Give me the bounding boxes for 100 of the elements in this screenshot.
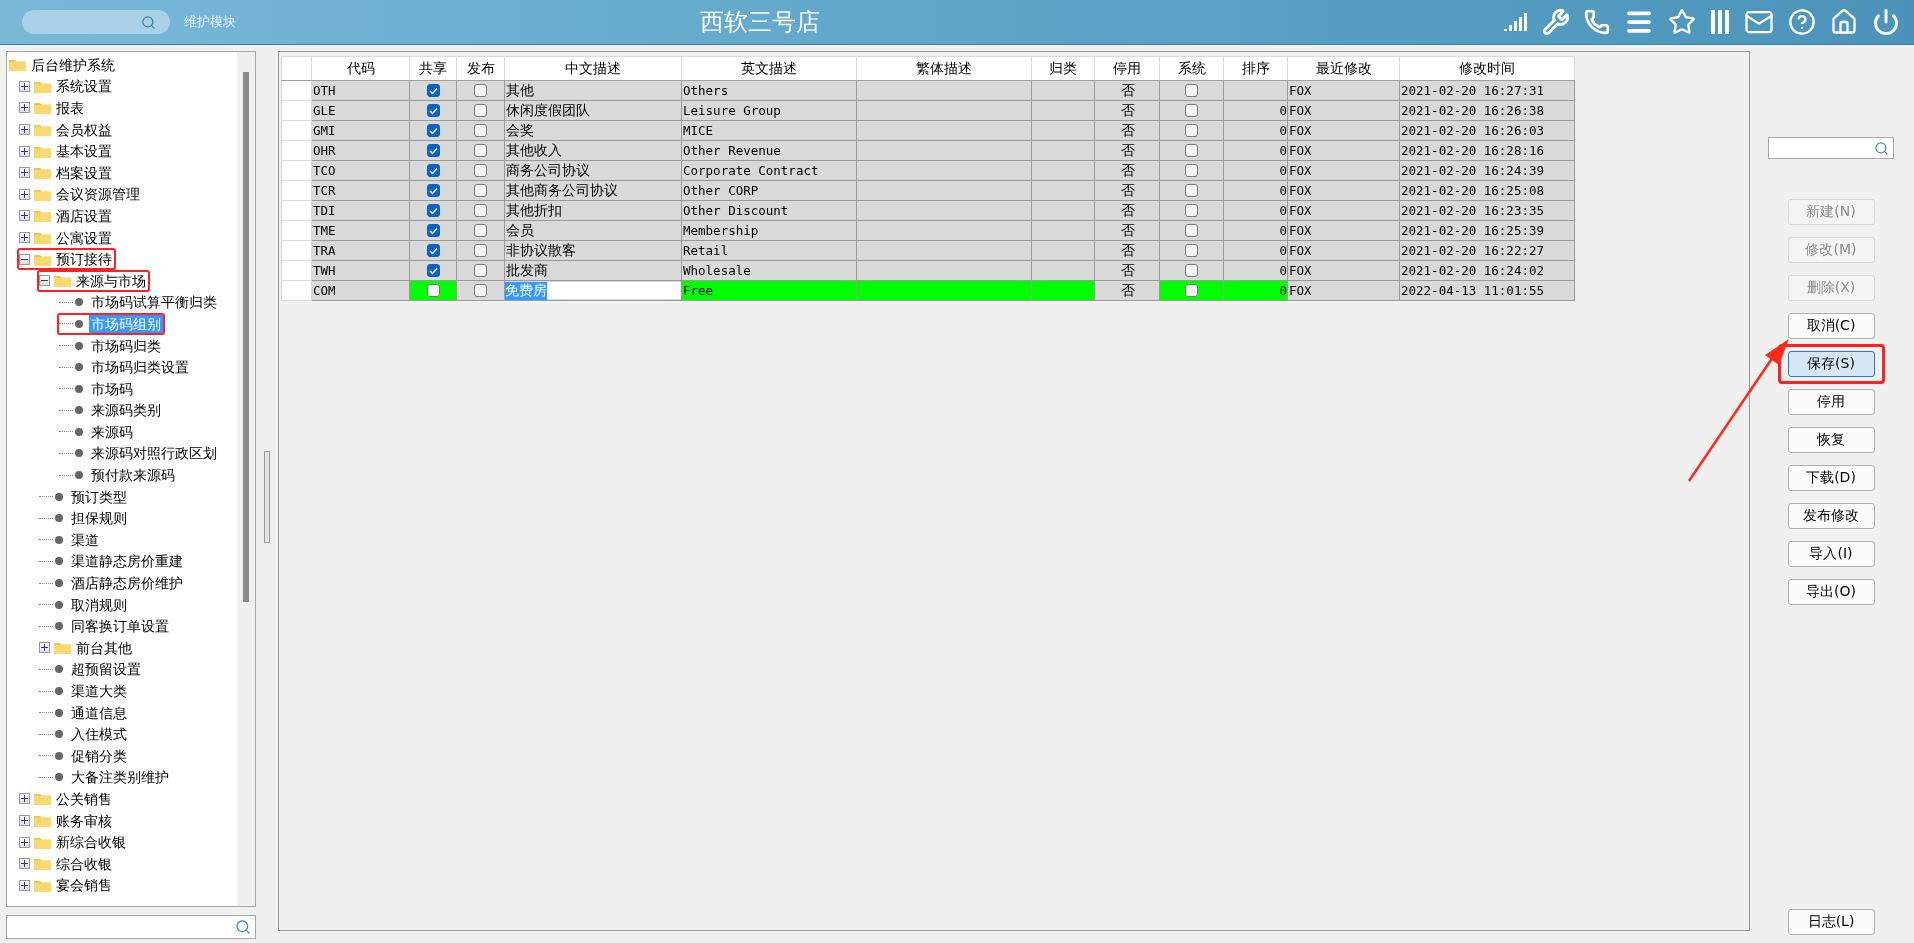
collapse-icon[interactable] xyxy=(19,253,30,265)
action-button[interactable]: 取消(C) xyxy=(1787,313,1875,339)
checkbox[interactable] xyxy=(1185,284,1198,297)
action-button[interactable]: 导入(I) xyxy=(1787,541,1875,567)
checkbox[interactable] xyxy=(1185,164,1198,177)
checkbox[interactable] xyxy=(426,244,440,257)
checkbox[interactable] xyxy=(426,264,440,277)
expand-icon[interactable] xyxy=(19,80,30,92)
tree-item[interactable]: 担保规则 xyxy=(37,507,131,530)
checkbox[interactable] xyxy=(1185,224,1198,237)
tree-item[interactable]: 市场码归类设置 xyxy=(57,356,193,378)
collapse-icon[interactable] xyxy=(39,275,50,287)
tree-item[interactable]: 会议资源管理 xyxy=(17,183,144,206)
tree-item[interactable]: 预订类型 xyxy=(37,485,131,508)
column-header[interactable]: 最近修改 xyxy=(1287,56,1400,81)
checkbox[interactable] xyxy=(426,144,440,157)
checkbox[interactable] xyxy=(474,184,487,197)
checkbox[interactable] xyxy=(474,124,487,137)
column-header[interactable]: 英文描述 xyxy=(681,56,857,81)
checkbox[interactable] xyxy=(1185,104,1198,117)
tree-item[interactable]: 公关销售 xyxy=(17,788,116,810)
action-button[interactable]: 发布修改 xyxy=(1787,503,1875,529)
tree-item[interactable]: 预订接待 xyxy=(17,248,116,270)
checkbox[interactable] xyxy=(474,284,487,297)
checkbox[interactable] xyxy=(1185,264,1198,277)
checkbox[interactable] xyxy=(474,164,487,177)
tree-item[interactable]: 新综合收银 xyxy=(17,831,130,853)
phone-icon[interactable] xyxy=(1584,9,1610,35)
checkbox[interactable] xyxy=(426,204,440,217)
tree-item[interactable]: 通道信息 xyxy=(37,701,131,724)
vertical-bars-icon[interactable] xyxy=(1710,9,1730,35)
expand-icon[interactable] xyxy=(19,145,30,157)
scrollbar[interactable] xyxy=(237,52,255,906)
tree-item[interactable]: 前台其他 xyxy=(37,637,136,659)
checkbox[interactable] xyxy=(426,124,440,137)
tree-item[interactable]: 市场码归类 xyxy=(57,334,165,357)
column-header[interactable]: 繁体描述 xyxy=(856,56,1032,81)
search-icon[interactable] xyxy=(235,919,251,935)
tree-item[interactable]: 促销分类 xyxy=(37,745,131,767)
checkbox[interactable] xyxy=(1185,124,1198,137)
tree-item[interactable]: 来源码对照行政区划 xyxy=(57,442,221,465)
tree-item[interactable]: 酒店设置 xyxy=(17,205,116,227)
checkbox[interactable] xyxy=(474,204,487,217)
tree-item[interactable]: 渠道 xyxy=(37,529,103,551)
checkbox[interactable] xyxy=(426,84,440,97)
help-icon[interactable] xyxy=(1788,8,1816,36)
search-field[interactable] xyxy=(6,915,256,939)
tree-item[interactable]: 预付款来源码 xyxy=(57,464,179,486)
tree-item[interactable]: 大备注类别维护 xyxy=(37,766,173,789)
column-header[interactable]: 系统 xyxy=(1159,56,1224,81)
checkbox[interactable] xyxy=(474,224,487,237)
checkbox[interactable] xyxy=(426,284,440,297)
tree-item[interactable]: 系统设置 xyxy=(17,75,116,98)
tree-item[interactable]: 市场码 xyxy=(57,377,137,400)
power-icon[interactable] xyxy=(1872,8,1900,36)
search-icon[interactable] xyxy=(1874,140,1889,156)
checkbox[interactable] xyxy=(1185,244,1198,257)
star-icon[interactable] xyxy=(1668,8,1696,36)
expand-icon[interactable] xyxy=(39,642,50,654)
tree-item[interactable]: 超预留设置 xyxy=(37,658,145,681)
tree-item[interactable]: 会员权益 xyxy=(17,118,116,141)
tree-item[interactable]: 同客换订单设置 xyxy=(37,615,173,638)
tree-item[interactable]: 报表 xyxy=(17,97,88,119)
expand-icon[interactable] xyxy=(19,232,30,244)
column-header[interactable]: 共享 xyxy=(409,56,457,81)
tree-item[interactable]: 来源码类别 xyxy=(57,399,165,422)
expand-icon[interactable] xyxy=(19,188,30,200)
expand-icon[interactable] xyxy=(19,836,30,848)
tree-item[interactable]: 来源码 xyxy=(57,421,137,443)
checkbox[interactable] xyxy=(1185,204,1198,217)
checkbox[interactable] xyxy=(474,264,487,277)
tree-item[interactable]: 取消规则 xyxy=(37,593,131,616)
tree-item[interactable]: 账务审核 xyxy=(17,809,116,832)
expand-icon[interactable] xyxy=(19,793,30,805)
column-header[interactable]: 修改时间 xyxy=(1399,56,1575,81)
tree-item[interactable]: 酒店静态房价维护 xyxy=(37,572,187,594)
checkbox[interactable] xyxy=(1185,84,1198,97)
tree-item[interactable]: 综合收银 xyxy=(17,852,116,875)
checkbox[interactable] xyxy=(474,244,487,257)
action-button[interactable]: 停用 xyxy=(1787,389,1875,415)
search-field[interactable] xyxy=(22,10,170,34)
tree-item[interactable]: 入住模式 xyxy=(37,723,131,745)
search-field[interactable] xyxy=(1768,137,1894,159)
expand-icon[interactable] xyxy=(19,858,30,870)
tree-item[interactable]: 基本设置 xyxy=(17,140,116,162)
tree-item[interactable]: 来源与市场 xyxy=(37,269,150,292)
action-button[interactable]: 恢复 xyxy=(1787,427,1875,453)
column-header[interactable]: 代码 xyxy=(311,56,410,81)
checkbox[interactable] xyxy=(474,144,487,157)
column-header[interactable]: 中文描述 xyxy=(504,56,682,81)
checkbox[interactable] xyxy=(426,164,440,177)
checkbox[interactable] xyxy=(426,224,440,237)
search-icon[interactable] xyxy=(141,14,156,30)
tree-item[interactable]: 渠道大类 xyxy=(37,680,131,702)
tree-item[interactable]: 市场码试算平衡归类 xyxy=(57,291,221,314)
tree-item[interactable]: 宴会销售 xyxy=(17,874,116,897)
tree-item[interactable]: 档案设置 xyxy=(17,161,116,184)
expand-icon[interactable] xyxy=(19,815,30,827)
column-header[interactable]: 排序 xyxy=(1223,56,1288,81)
checkbox[interactable] xyxy=(474,84,487,97)
